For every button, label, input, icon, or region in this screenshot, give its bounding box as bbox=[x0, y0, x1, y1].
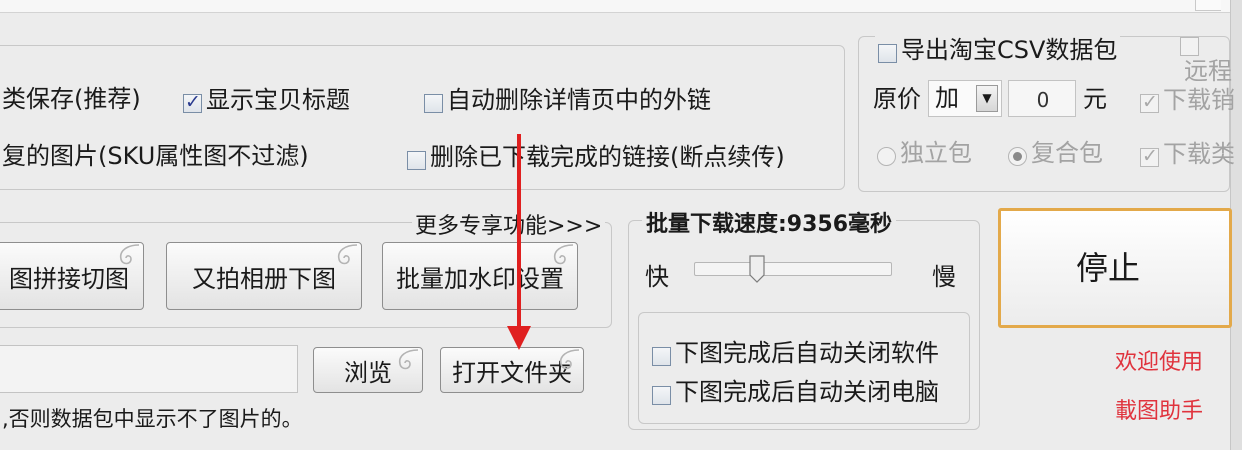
auto-close-software-option[interactable]: 下图完成后自动关闭软件 bbox=[652, 338, 939, 368]
category-save-label: 类保存(推荐) bbox=[2, 85, 141, 113]
standalone-package-radio[interactable] bbox=[877, 147, 896, 166]
stop-button-label: 停止 bbox=[1075, 249, 1140, 287]
speed-slider-track[interactable] bbox=[694, 262, 892, 276]
stop-button[interactable]: 停止 bbox=[998, 208, 1232, 328]
top-scroll-corner bbox=[1195, 0, 1221, 11]
swirl-ornament-icon bbox=[398, 349, 419, 370]
swirl-ornament-icon bbox=[559, 349, 580, 370]
chevron-down-icon[interactable]: ▼ bbox=[976, 85, 998, 112]
download-sales-option[interactable]: 下载销 bbox=[1140, 85, 1235, 115]
delete-downloaded-checkbox[interactable] bbox=[407, 151, 426, 170]
price-op-value: 加 bbox=[935, 84, 959, 112]
standalone-package-label: 独立包 bbox=[900, 139, 972, 167]
download-category-option[interactable]: 下载类 bbox=[1140, 139, 1235, 169]
auto-close-software-checkbox[interactable] bbox=[652, 347, 671, 366]
save-path-input[interactable] bbox=[0, 345, 298, 393]
swirl-ornament-icon bbox=[337, 244, 358, 265]
fast-label: 快 bbox=[645, 263, 669, 291]
youpai-album-button[interactable]: 又拍相册下图 bbox=[166, 242, 362, 310]
browse-button[interactable]: 浏览 bbox=[313, 347, 423, 393]
auto-close-computer-option[interactable]: 下图完成后自动关闭电脑 bbox=[652, 377, 939, 407]
top-panel-edge bbox=[0, 0, 1242, 13]
auto-delete-links-checkbox[interactable] bbox=[424, 94, 443, 113]
auto-close-computer-checkbox[interactable] bbox=[652, 386, 671, 405]
slow-label: 慢 bbox=[932, 263, 956, 291]
price-value-input[interactable]: 0 bbox=[1008, 80, 1076, 117]
youpai-album-button-label: 又拍相册下图 bbox=[192, 264, 336, 293]
auto-close-group bbox=[638, 312, 970, 424]
auto-delete-links-option[interactable]: 自动删除详情页中的外链 bbox=[424, 85, 711, 115]
swirl-ornament-icon bbox=[553, 244, 574, 265]
standalone-package-option[interactable]: 独立包 bbox=[877, 138, 972, 168]
price-value-text: 0 bbox=[1036, 88, 1050, 112]
speed-title: 批量下载速度:9356毫秒 bbox=[642, 206, 897, 238]
auto-close-software-label: 下图完成后自动关闭软件 bbox=[675, 339, 939, 367]
download-sales-checkbox[interactable] bbox=[1140, 91, 1159, 113]
hint-text: ,否则数据包中显示不了图片的。 bbox=[2, 407, 303, 431]
composite-package-label: 复合包 bbox=[1031, 139, 1103, 167]
auto-delete-links-label: 自动删除详情页中的外链 bbox=[447, 86, 711, 114]
auto-close-computer-label: 下图完成后自动关闭电脑 bbox=[675, 378, 939, 406]
download-category-label: 下载类 bbox=[1163, 140, 1235, 168]
export-csv-option[interactable]: 导出淘宝CSV数据包 bbox=[875, 35, 1121, 65]
download-category-checkbox[interactable] bbox=[1140, 145, 1159, 167]
red-arrow-icon bbox=[507, 134, 531, 350]
composite-package-option[interactable]: 复合包 bbox=[1008, 138, 1103, 168]
watermark-settings-button[interactable]: 批量加水印设置 bbox=[382, 242, 578, 310]
show-title-checkbox[interactable] bbox=[183, 91, 202, 113]
download-sales-label: 下载销 bbox=[1163, 86, 1235, 114]
delete-downloaded-label: 删除已下载完成的链接(断点续传) bbox=[430, 143, 785, 171]
stitch-cut-button-label: 图拼接切图 bbox=[9, 264, 129, 293]
stitch-cut-button[interactable]: 图拼接切图 bbox=[0, 242, 144, 310]
remote-option[interactable]: 远程 bbox=[1180, 36, 1242, 86]
show-title-label: 显示宝贝标题 bbox=[206, 86, 350, 114]
remote-checkbox[interactable] bbox=[1180, 37, 1199, 56]
slider-thumb-icon bbox=[749, 255, 765, 283]
speed-slider-thumb[interactable] bbox=[749, 255, 765, 283]
welcome-line-1: 欢迎使用 bbox=[1115, 350, 1204, 375]
show-title-option[interactable]: 显示宝贝标题 bbox=[183, 85, 350, 115]
duplicate-images-label: 复的图片(SKU属性图不过滤) bbox=[2, 142, 309, 170]
original-price-label: 原价 bbox=[873, 85, 921, 113]
delete-downloaded-option[interactable]: 删除已下载完成的链接(断点续传) bbox=[407, 142, 785, 172]
export-csv-checkbox[interactable] bbox=[878, 44, 897, 63]
browse-button-label: 浏览 bbox=[344, 358, 392, 387]
composite-package-radio[interactable] bbox=[1008, 147, 1027, 166]
swirl-ornament-icon bbox=[119, 244, 140, 265]
price-unit-label: 元 bbox=[1083, 85, 1107, 113]
welcome-line-2: 載图助手 bbox=[1115, 399, 1204, 424]
export-csv-label: 导出淘宝CSV数据包 bbox=[901, 36, 1118, 64]
remote-label: 远程 bbox=[1184, 57, 1232, 85]
price-op-select[interactable]: 加 ▼ bbox=[928, 80, 1002, 117]
